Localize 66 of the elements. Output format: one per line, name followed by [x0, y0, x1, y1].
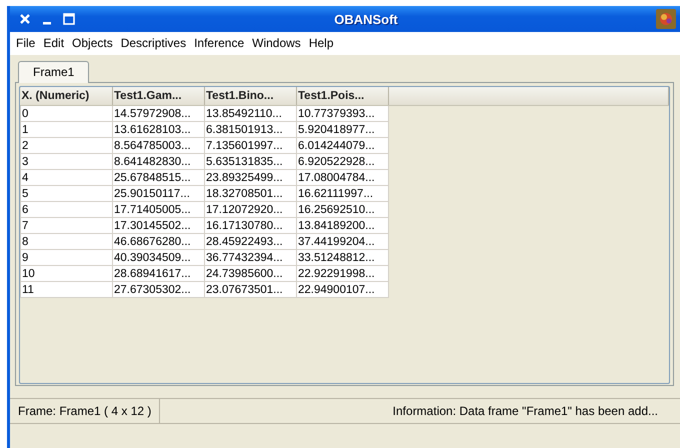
- table-cell: 6: [20, 202, 112, 218]
- menu-item[interactable]: Help: [304, 35, 338, 51]
- table-cell: 13.61628103...: [112, 122, 204, 138]
- table-cell: 10.77379393...: [296, 106, 388, 122]
- table-cell: 28.68941617...: [112, 266, 204, 282]
- table-cell: 5.635131835...: [204, 154, 296, 170]
- column-header[interactable]: Test1.Pois...: [296, 87, 388, 106]
- table-cell: 5: [20, 186, 112, 202]
- table-cell: 40.39034509...: [112, 250, 204, 266]
- column-header[interactable]: Test1.Gam...: [112, 87, 204, 106]
- table-cell: 7: [20, 218, 112, 234]
- app-icon: [656, 9, 676, 29]
- table-cell: 17.30145502...: [112, 218, 204, 234]
- menu-item[interactable]: Descriptives: [116, 35, 190, 51]
- menu-item[interactable]: Edit: [39, 35, 68, 51]
- table-cell: 27.67305302...: [112, 282, 204, 298]
- table-cell: 9: [20, 250, 112, 266]
- maximize-icon[interactable]: [62, 12, 76, 26]
- table-cell: 4: [20, 170, 112, 186]
- frame-status: Frame: Frame1 ( 4 x 12 ): [10, 399, 160, 423]
- table-cell: 8.564785003...: [112, 138, 204, 154]
- table-cell: 1: [20, 122, 112, 138]
- menu-item[interactable]: Inference: [190, 35, 248, 51]
- table-cell: 7.135601997...: [204, 138, 296, 154]
- table-cell: 2: [20, 138, 112, 154]
- table-cell: 5.920418977...: [296, 122, 388, 138]
- menu-item[interactable]: Objects: [68, 35, 117, 51]
- table-cell: 46.68676280...: [112, 234, 204, 250]
- menu-item[interactable]: Windows: [248, 35, 305, 51]
- table-cell: 3: [20, 154, 112, 170]
- table-cell: 16.17130780...: [204, 218, 296, 234]
- menu-item[interactable]: File: [12, 35, 40, 51]
- table-cell: 22.92291998...: [296, 266, 388, 282]
- table-cell: 22.94900107...: [296, 282, 388, 298]
- table-cell: 23.07673501...: [204, 282, 296, 298]
- table-cell: 6.014244079...: [296, 138, 388, 154]
- table-cell: 8: [20, 234, 112, 250]
- table-cell: 13.84189200...: [296, 218, 388, 234]
- table-cell: 17.71405005...: [112, 202, 204, 218]
- table-cell: 10: [20, 266, 112, 282]
- tab[interactable]: Frame1: [18, 61, 90, 83]
- table-cell: 23.89325499...: [204, 170, 296, 186]
- table-cell: 17.08004784...: [296, 170, 388, 186]
- table-cell: 25.67848515...: [112, 170, 204, 186]
- table-cell: 18.32708501...: [204, 186, 296, 202]
- table-cell: 6.381501913...: [204, 122, 296, 138]
- table-cell: 14.57972908...: [112, 106, 204, 122]
- table-cell: 25.90150117...: [112, 186, 204, 202]
- table-cell: 11: [20, 282, 112, 298]
- table-cell: 28.45922493...: [204, 234, 296, 250]
- table-cell: 6.920522928...: [296, 154, 388, 170]
- table-cell: 16.62111997...: [296, 186, 388, 202]
- column-header[interactable]: Test1.Bino...: [204, 87, 296, 106]
- information-status: Information: Data frame "Frame1" has been add...: [392, 404, 659, 418]
- window-title: OBANSoft: [333, 12, 399, 26]
- table-cell: 16.25692510...: [296, 202, 388, 218]
- close-icon[interactable]: [18, 12, 32, 26]
- table-cell: 0: [20, 106, 112, 122]
- table-cell: 17.12072920...: [204, 202, 296, 218]
- table-cell: 24.73985600...: [204, 266, 296, 282]
- table-cell: 37.44199204...: [296, 234, 388, 250]
- table-cell: 36.77432394...: [204, 250, 296, 266]
- table-cell: 13.85492110...: [204, 106, 296, 122]
- table-cell: 33.51248812...: [296, 250, 388, 266]
- column-header[interactable]: X. (Numeric): [20, 87, 112, 106]
- table-cell: 8.641482830...: [112, 154, 204, 170]
